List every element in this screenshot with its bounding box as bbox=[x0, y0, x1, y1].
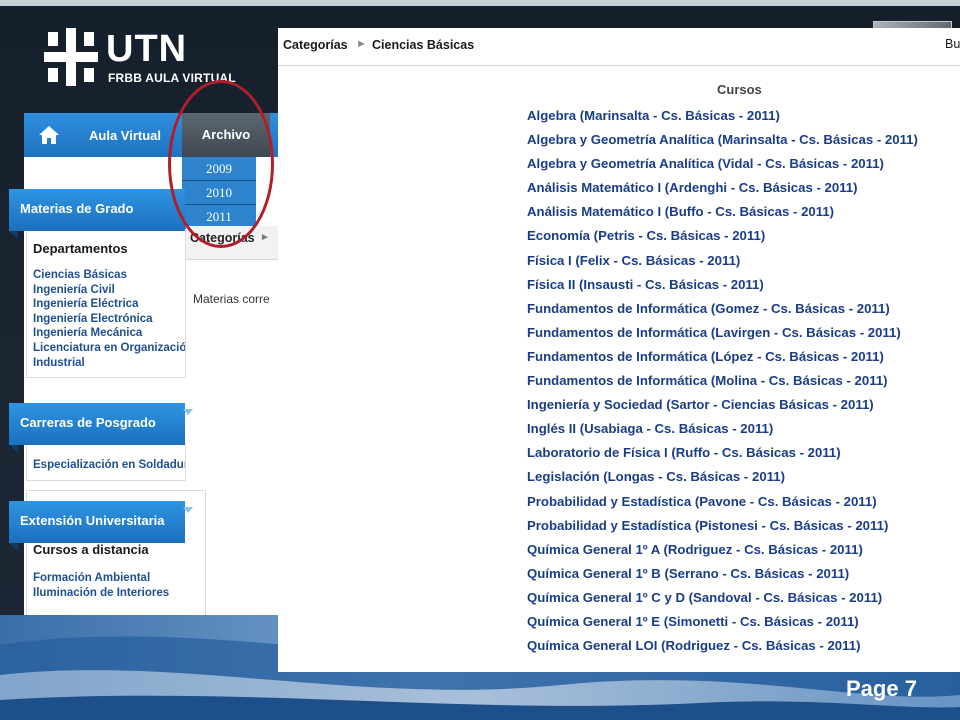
link-ingenieria-electronica[interactable]: Ingeniería Electrónica bbox=[27, 312, 185, 327]
breadcrumb: Categorías ► Ciencias Básicas Bu bbox=[278, 28, 960, 66]
cursos-heading: Cursos bbox=[717, 82, 762, 97]
link-ciencias-basicas[interactable]: Ciencias Básicas bbox=[27, 268, 185, 283]
slide-page-number: Page 7 bbox=[846, 676, 917, 701]
link-industrial[interactable]: Industrial bbox=[27, 356, 185, 371]
course-link[interactable]: Algebra (Marinsalta - Cs. Básicas - 2011… bbox=[527, 104, 918, 128]
tab-materias-de-grado[interactable]: Materias de Grado bbox=[9, 189, 185, 239]
collapse-triangle-icon[interactable] bbox=[183, 409, 193, 415]
breadcrumb-arrow-icon: ► bbox=[356, 38, 367, 50]
course-list: Algebra (Marinsalta - Cs. Básicas - 2011… bbox=[527, 104, 918, 658]
utn-logo-name: UTN bbox=[106, 28, 188, 70]
utn-emblem-icon bbox=[44, 28, 98, 86]
link-especializacion-soldadura[interactable]: Especialización en Soldadur bbox=[27, 458, 185, 473]
course-link[interactable]: Química General 1º E (Simonetti - Cs. Bá… bbox=[527, 610, 918, 634]
link-formacion-ambiental[interactable]: Formación Ambiental bbox=[27, 571, 205, 586]
course-link[interactable]: Química General 1º B (Serrano - Cs. Bási… bbox=[527, 562, 918, 586]
link-iluminacion-interiores[interactable]: Iluminación de Interiores bbox=[27, 586, 205, 601]
course-link[interactable]: Análisis Matemático I (Buffo - Cs. Básic… bbox=[527, 200, 918, 224]
breadcrumb-arrow-icon: ► bbox=[260, 232, 270, 243]
course-link[interactable]: Fundamentos de Informática (Lavirgen - C… bbox=[527, 321, 918, 345]
tab-materias-de-grado-label: Materias de Grado bbox=[20, 201, 134, 216]
tab-extension-universitaria-label: Extensión Universitaria bbox=[20, 513, 165, 528]
course-link[interactable]: Probabilidad y Estadística (Pistonesi - … bbox=[527, 514, 918, 538]
link-ingenieria-mecanica[interactable]: Ingeniería Mecánica bbox=[27, 326, 185, 341]
tab-carreras-de-posgrado-label: Carreras de Posgrado bbox=[20, 415, 156, 430]
course-link[interactable]: Fundamentos de Informática (Molina - Cs.… bbox=[527, 369, 918, 393]
course-link[interactable]: Física II (Insausti - Cs. Básicas - 2011… bbox=[527, 273, 918, 297]
link-licenciatura-organizacion[interactable]: Licenciatura en Organizació bbox=[27, 341, 185, 356]
course-link[interactable]: Laboratorio de Física I (Ruffo - Cs. Bás… bbox=[527, 441, 918, 465]
collapse-triangle-icon[interactable] bbox=[183, 507, 193, 513]
carreras-de-posgrado-box: Especialización en Soldadur bbox=[26, 444, 186, 481]
link-ingenieria-civil[interactable]: Ingeniería Civil bbox=[27, 283, 185, 298]
course-link[interactable]: Química General 1º A (Rodriguez - Cs. Bá… bbox=[527, 538, 918, 562]
link-ingenieria-electrica[interactable]: Ingeniería Eléctrica bbox=[27, 297, 185, 312]
nav-aula-virtual[interactable]: Aula Virtual bbox=[89, 128, 161, 143]
home-icon[interactable] bbox=[38, 125, 60, 145]
course-link[interactable]: Química General 1º C y D (Sandoval - Cs.… bbox=[527, 586, 918, 610]
search-button-cut[interactable]: Bu bbox=[945, 37, 960, 51]
course-link[interactable]: Fundamentos de Informática (Gomez - Cs. … bbox=[527, 297, 918, 321]
course-link[interactable]: Ingeniería y Sociedad (Sartor - Ciencias… bbox=[527, 393, 918, 417]
courses-window: Categorías ► Ciencias Básicas Bu Cursos … bbox=[278, 28, 960, 672]
tab-extension-universitaria[interactable]: Extensión Universitaria bbox=[9, 501, 193, 551]
breadcrumb-categorias[interactable]: Categorías bbox=[283, 38, 348, 52]
red-highlight-ellipse bbox=[168, 80, 274, 248]
course-link[interactable]: Legislación (Longas - Cs. Básicas - 2011… bbox=[527, 465, 918, 489]
breadcrumb-ciencias-basicas: Ciencias Básicas bbox=[372, 38, 475, 52]
cursos-a-distancia-heading: Cursos a distancia bbox=[33, 542, 149, 557]
course-link[interactable]: Fundamentos de Informática (López - Cs. … bbox=[527, 345, 918, 369]
course-link[interactable]: Economía (Petris - Cs. Básicas - 2011) bbox=[527, 224, 918, 248]
course-link[interactable]: Algebra y Geometría Analítica (Marinsalt… bbox=[527, 128, 918, 152]
course-link[interactable]: Probabilidad y Estadística (Pavone - Cs.… bbox=[527, 490, 918, 514]
course-link[interactable]: Física I (Felix - Cs. Básicas - 2011) bbox=[527, 249, 918, 273]
course-link[interactable]: Algebra y Geometría Analítica (Vidal - C… bbox=[527, 152, 918, 176]
course-link[interactable]: Inglés II (Usabiaga - Cs. Básicas - 2011… bbox=[527, 417, 918, 441]
departamentos-heading: Departamentos bbox=[33, 241, 128, 256]
course-link[interactable]: Análisis Matemático I (Ardenghi - Cs. Bá… bbox=[527, 176, 918, 200]
underlying-page-text: Materias corre bbox=[193, 292, 270, 306]
course-link[interactable]: Química General LOI (Rodriguez - Cs. Bás… bbox=[527, 634, 918, 658]
materias-de-grado-box: Departamentos Ciencias Básicas Ingenierí… bbox=[26, 230, 186, 378]
tab-carreras-de-posgrado[interactable]: Carreras de Posgrado bbox=[9, 403, 193, 453]
